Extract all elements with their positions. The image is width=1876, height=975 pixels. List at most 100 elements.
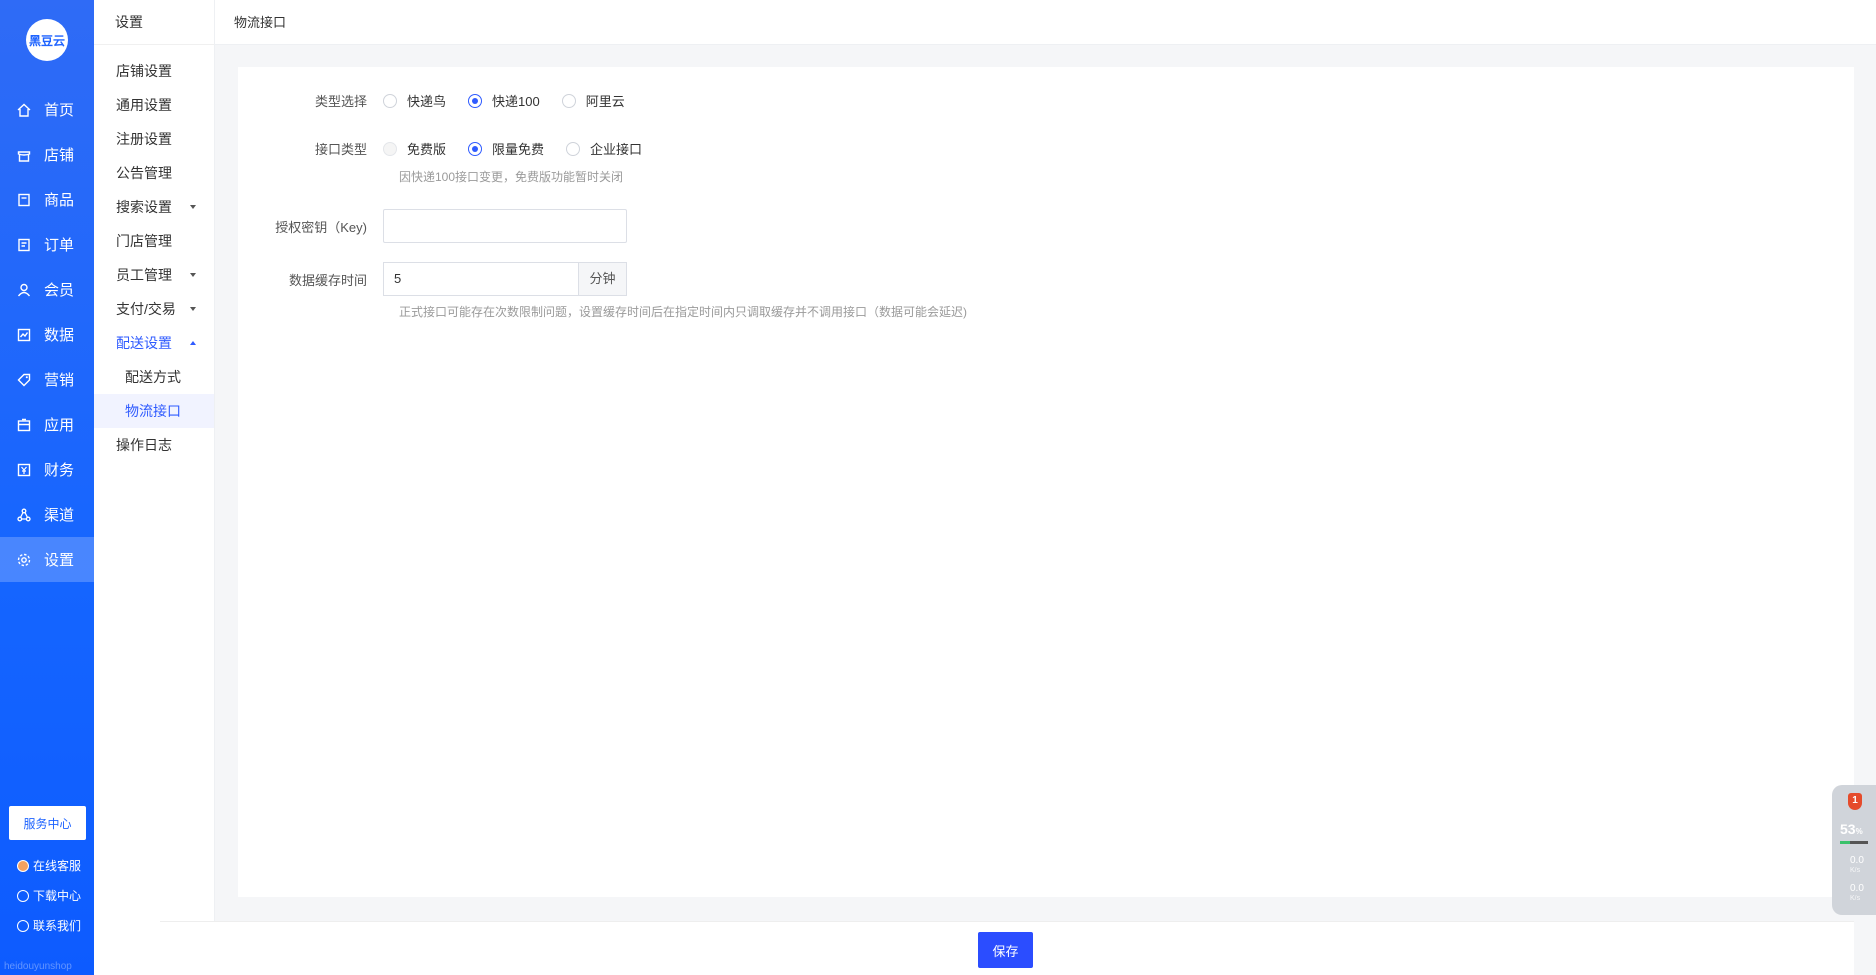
sidebar-item-general-settings[interactable]: 通用设置 [94, 88, 214, 122]
finance-icon [16, 462, 32, 478]
download-speed: 0.0 K/s [1850, 884, 1864, 904]
online-service-label: 在线客服 [33, 859, 82, 873]
nav-label: 财务 [44, 462, 75, 479]
radio-enterprise[interactable]: 企业接口 [566, 139, 642, 158]
type-select-label: 类型选择 [314, 94, 367, 109]
radio-circle [561, 93, 576, 108]
nav-label: 订单 [44, 237, 75, 254]
sidebar-item-search-settings[interactable]: 搜索设置 [94, 190, 214, 224]
download-center-link[interactable]: 下载中心 [17, 887, 81, 904]
auth-key-input[interactable] [383, 209, 627, 243]
sidebar-item-logistics-api[interactable]: 物流接口 [94, 394, 214, 428]
home-icon [16, 102, 32, 118]
sidebar-item-delivery-method[interactable]: 配送方式 [94, 360, 214, 394]
sidebar-item-label: 搜索设置 [116, 199, 172, 215]
sidebar-item-label: 配送设置 [116, 335, 172, 351]
sidebar-item-label: 支付/交易 [116, 301, 176, 317]
usage-percent-value: 53 [1840, 821, 1856, 837]
settings-sidebar: 设置 店铺设置 通用设置 注册设置 公告管理 搜索设置 门店管理 员工管理 支付… [94, 0, 215, 975]
nav-label: 店铺 [44, 147, 75, 164]
chevron-up-icon [190, 341, 196, 345]
brand-logo[interactable]: 黑豆云 [26, 19, 68, 61]
radio-free[interactable]: 免费版 [383, 139, 446, 158]
breadcrumb: 物流接口 [215, 0, 1876, 45]
nav-label: 商品 [44, 192, 75, 209]
chart-icon [16, 327, 32, 343]
order-icon [16, 237, 32, 253]
auth-key-label: 授权密钥（Key) [275, 219, 367, 235]
api-type-row: 接口类型 免费版 限量免费 企业接口 [238, 139, 664, 158]
api-type-hint: 因快递100接口变更，免费版功能暂时关闭 [399, 170, 624, 184]
radio-label: 免费版 [407, 142, 447, 157]
chevron-down-icon [190, 307, 196, 311]
sidebar-item-announcement[interactable]: 公告管理 [94, 156, 214, 190]
radio-circle [468, 93, 483, 108]
sidebar-item-store-management[interactable]: 门店管理 [94, 224, 214, 258]
usage-percent: 53% [1840, 821, 1863, 837]
auth-key-row: 授权密钥（Key) [238, 209, 627, 243]
upload-speed-unit: K/s [1850, 867, 1861, 874]
sidebar-item-store-settings[interactable]: 店铺设置 [94, 54, 214, 88]
settings-form-card: 类型选择 快递鸟 快递100 阿里云 接口类型 免费版 限量免费 企业接口 因快… [238, 67, 1854, 897]
radio-label: 企业接口 [590, 142, 643, 157]
sidebar-item-label: 员工管理 [116, 267, 172, 283]
cache-time-label: 数据缓存时间 [288, 272, 367, 288]
radio-kuaidi100[interactable]: 快递100 [468, 91, 540, 110]
contact-us-link[interactable]: 联系我们 [17, 917, 81, 934]
service-center-button[interactable]: 服务中心 [9, 806, 86, 840]
nav-item-member[interactable]: 会员 [0, 267, 94, 312]
cache-time-unit: 分钟 [578, 262, 627, 296]
cache-time-group: 5 分钟 [383, 262, 627, 296]
radio-aliyun[interactable]: 阿里云 [561, 91, 625, 110]
sidebar-item-register-settings[interactable]: 注册设置 [94, 122, 214, 156]
main-sidebar: 黑豆云 首页 店铺 商品 订单 会员 数据 营销 应用 财务 渠道 设置 服务中… [0, 0, 94, 975]
cache-time-row: 数据缓存时间 5 分钟 [238, 262, 627, 296]
radio-label: 阿里云 [585, 94, 625, 109]
nav-item-data[interactable]: 数据 [0, 312, 94, 357]
type-select-row: 类型选择 快递鸟 快递100 阿里云 [238, 91, 647, 110]
app-icon [16, 417, 32, 433]
goods-icon [16, 192, 32, 208]
gear-icon [16, 552, 32, 568]
radio-circle [468, 141, 483, 156]
nav-label: 渠道 [44, 507, 75, 524]
download-center-label: 下载中心 [33, 889, 82, 903]
store-icon [16, 147, 32, 163]
radio-kdniao[interactable]: 快递鸟 [383, 91, 446, 110]
usage-bar [1840, 841, 1868, 844]
nav-item-store[interactable]: 店铺 [0, 132, 94, 177]
radio-label: 限量免费 [492, 142, 545, 157]
save-button[interactable]: 保存 [978, 932, 1033, 968]
chat-icon [17, 919, 29, 932]
api-type-label: 接口类型 [314, 142, 367, 157]
sidebar-item-operation-log[interactable]: 操作日志 [94, 428, 214, 462]
sidebar-item-delivery[interactable]: 配送设置 [94, 326, 214, 360]
main-nav-list: 首页 店铺 商品 订单 会员 数据 营销 应用 财务 渠道 设置 [0, 87, 94, 582]
nav-item-finance[interactable]: 财务 [0, 447, 94, 492]
download-icon [17, 889, 29, 902]
online-service-link[interactable]: 在线客服 [17, 857, 81, 874]
network-monitor-widget[interactable]: 1 53% 0.0 K/s 0.0 K/s [1832, 785, 1876, 915]
nav-item-app[interactable]: 应用 [0, 402, 94, 447]
sidebar-item-payment[interactable]: 支付/交易 [94, 292, 214, 326]
shield-badge-icon: 1 [1848, 793, 1862, 810]
nav-item-marketing[interactable]: 营销 [0, 357, 94, 402]
radio-label: 快递鸟 [407, 94, 447, 109]
usage-percent-unit: % [1855, 827, 1863, 836]
chevron-down-icon [190, 205, 196, 209]
download-speed-value: 0.0 [1850, 883, 1864, 894]
nav-item-home[interactable]: 首页 [0, 87, 94, 132]
footer-bar: 保存 [160, 921, 1854, 975]
radio-limited-free[interactable]: 限量免费 [468, 139, 544, 158]
nav-item-settings[interactable]: 设置 [0, 537, 94, 582]
nav-item-order[interactable]: 订单 [0, 222, 94, 267]
nav-label: 首页 [44, 102, 75, 119]
cache-time-input[interactable]: 5 [383, 262, 578, 296]
nav-item-goods[interactable]: 商品 [0, 177, 94, 222]
upload-speed-value: 0.0 [1850, 855, 1864, 866]
sidebar-item-staff[interactable]: 员工管理 [94, 258, 214, 292]
nav-item-channel[interactable]: 渠道 [0, 492, 94, 537]
radio-label: 快递100 [492, 94, 540, 109]
chevron-down-icon [190, 273, 196, 277]
watermark-text: heidouyunshop [4, 961, 72, 972]
